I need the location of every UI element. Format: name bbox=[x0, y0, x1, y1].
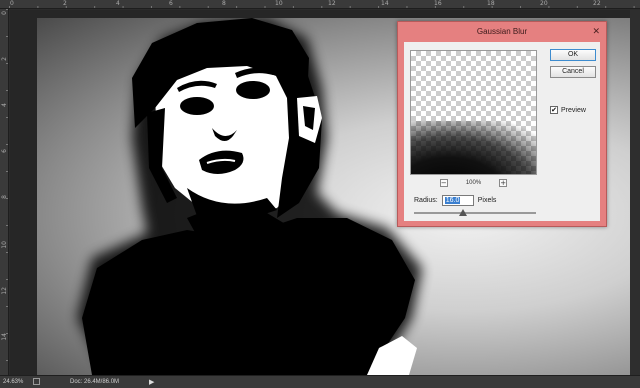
ruler-tick: 6 bbox=[1, 149, 8, 153]
preview-checkbox-row[interactable]: ✔ Preview bbox=[550, 106, 586, 114]
dialog-title[interactable]: Gaussian Blur bbox=[398, 22, 606, 42]
zoom-in-button[interactable]: + bbox=[499, 179, 508, 187]
radius-unit: Pixels bbox=[477, 197, 497, 204]
ruler-tick: 8 bbox=[222, 0, 226, 7]
ruler-tick: 8 bbox=[1, 195, 8, 199]
ruler-top: 0 2 4 6 8 10 12 14 16 18 20 22 bbox=[0, 0, 640, 9]
ruler-tick: 4 bbox=[116, 0, 120, 7]
blur-preview[interactable] bbox=[410, 50, 537, 175]
ruler-tick: 10 bbox=[275, 0, 283, 7]
ruler-tick: 22 bbox=[593, 0, 601, 7]
radius-slider-thumb[interactable] bbox=[458, 209, 467, 216]
ruler-tick: 16 bbox=[434, 0, 442, 7]
ruler-tick: 10 bbox=[1, 241, 8, 249]
doc-size: Doc: 26.4M/86.0M bbox=[70, 379, 120, 385]
ruler-tick: 0 bbox=[10, 0, 14, 7]
radius-row: Radius: 16.0 Pixels bbox=[414, 195, 496, 206]
ruler-tick: 14 bbox=[1, 333, 8, 341]
ruler-tick: 12 bbox=[328, 0, 336, 7]
ruler-tick: 6 bbox=[169, 0, 173, 7]
preview-checkbox[interactable]: ✔ bbox=[550, 106, 558, 114]
document-info-icon[interactable] bbox=[33, 378, 40, 385]
radius-value: 16.0 bbox=[444, 197, 461, 204]
zoom-percentage[interactable]: 24.63% bbox=[3, 379, 23, 385]
ruler-tick: 4 bbox=[1, 103, 8, 107]
gaussian-blur-dialog: Gaussian Blur ✕ − 100% + OK Cancel ✔ Pre… bbox=[397, 21, 607, 227]
ruler-tick: 14 bbox=[381, 0, 389, 7]
vertical-scrollbar[interactable] bbox=[630, 10, 640, 375]
close-icon[interactable]: ✕ bbox=[592, 27, 600, 37]
ruler-tick: 20 bbox=[540, 0, 548, 7]
ok-button[interactable]: OK bbox=[550, 49, 596, 61]
preview-label: Preview bbox=[561, 106, 586, 114]
preview-image bbox=[411, 121, 536, 174]
preview-zoom-controls: − 100% + bbox=[410, 178, 537, 188]
ruler-left: 0 2 4 6 8 10 12 14 bbox=[0, 9, 9, 375]
status-bar: 24.63% Doc: 26.4M/86.0M ▶ bbox=[0, 375, 640, 388]
zoom-out-button[interactable]: − bbox=[439, 179, 448, 187]
cancel-button[interactable]: Cancel bbox=[550, 66, 596, 78]
dialog-body: − 100% + OK Cancel ✔ Preview Radius: 16.… bbox=[404, 42, 600, 221]
radius-label: Radius: bbox=[414, 197, 438, 204]
ruler-tick: 18 bbox=[487, 0, 495, 7]
ruler-tick: 0 bbox=[1, 11, 8, 15]
radius-slider-track[interactable] bbox=[414, 212, 536, 214]
ruler-tick: 2 bbox=[1, 57, 8, 61]
radius-input[interactable]: 16.0 bbox=[441, 195, 474, 206]
ruler-tick: 12 bbox=[1, 287, 8, 295]
zoom-level: 100% bbox=[465, 180, 482, 186]
ruler-tick: 2 bbox=[63, 0, 67, 7]
status-menu-arrow-icon[interactable]: ▶ bbox=[149, 378, 154, 386]
